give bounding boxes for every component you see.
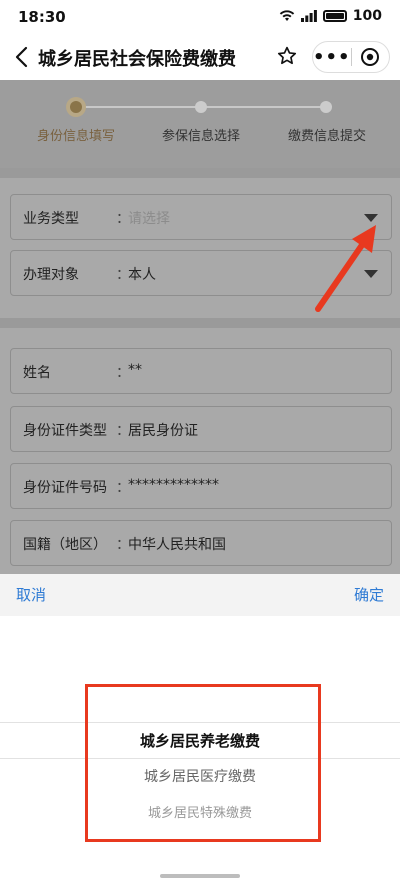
section-divider bbox=[0, 318, 400, 328]
mini-program-capsule: ••• bbox=[312, 41, 390, 73]
more-icon[interactable]: ••• bbox=[313, 47, 351, 68]
form-page-dimmed: 身份信息填写 参保信息选择 缴费信息提交 业务类型 ： 请选择 办理对象 ： 本… bbox=[0, 80, 400, 574]
step-dot-2 bbox=[195, 101, 207, 113]
id-number-field[interactable]: 身份证件号码 ： ************* bbox=[10, 463, 392, 509]
name-value: ** bbox=[128, 362, 142, 378]
picker-confirm-button[interactable]: 确定 bbox=[354, 584, 384, 605]
signal-icon bbox=[300, 10, 317, 22]
business-type-placeholder: 请选择 bbox=[128, 211, 170, 227]
status-time: 18:30 bbox=[18, 8, 66, 26]
wifi-icon bbox=[279, 10, 294, 21]
nationality-field[interactable]: 国籍（地区） ： 中华人民共和国 bbox=[10, 520, 392, 566]
back-icon[interactable] bbox=[12, 44, 32, 70]
id-type-value: 居民身份证 bbox=[128, 423, 198, 439]
step-label-insurance: 参保信息选择 bbox=[161, 129, 241, 144]
step-dot-3 bbox=[320, 101, 332, 113]
annotation-highlight-box bbox=[85, 684, 321, 842]
battery-icon bbox=[322, 10, 347, 22]
id-type-label: 身份证件类型 bbox=[23, 423, 107, 439]
status-bar: 18:30 100 bbox=[0, 0, 400, 34]
annotation-arrow-icon bbox=[315, 225, 376, 312]
picker-cancel-button[interactable]: 取消 bbox=[16, 584, 46, 605]
business-type-label: 业务类型 bbox=[23, 211, 79, 227]
picker-toolbar: 取消 确定 bbox=[0, 574, 400, 616]
handle-target-label: 办理对象 bbox=[23, 267, 79, 283]
id-type-field[interactable]: 身份证件类型 ： 居民身份证 bbox=[10, 406, 392, 452]
step-label-identity: 身份信息填写 bbox=[36, 129, 116, 144]
name-label: 姓名 bbox=[23, 365, 51, 381]
section-divider bbox=[0, 168, 400, 178]
handle-target-value: 本人 bbox=[128, 267, 156, 283]
status-icons: 100 bbox=[279, 8, 382, 24]
progress-stepper: 身份信息填写 参保信息选择 缴费信息提交 bbox=[0, 80, 400, 168]
home-indicator bbox=[160, 874, 240, 878]
battery-level: 100 bbox=[352, 8, 382, 24]
page-title: 城乡居民社会保险费缴费 bbox=[38, 49, 236, 70]
step-dot-1 bbox=[70, 101, 82, 113]
nav-bar: 城乡居民社会保险费缴费 ••• bbox=[0, 34, 400, 80]
close-mini-program-icon[interactable] bbox=[352, 41, 390, 73]
nationality-value: 中华人民共和国 bbox=[128, 537, 226, 553]
nationality-label: 国籍（地区） bbox=[23, 537, 107, 553]
step-label-payment: 缴费信息提交 bbox=[287, 129, 367, 144]
id-number-value: ************* bbox=[128, 477, 219, 493]
step-connector bbox=[76, 106, 200, 108]
star-icon[interactable] bbox=[276, 45, 298, 67]
step-connector bbox=[200, 106, 326, 108]
name-field[interactable]: 姓名 ： ** bbox=[10, 348, 392, 394]
id-number-label: 身份证件号码 bbox=[23, 480, 107, 496]
